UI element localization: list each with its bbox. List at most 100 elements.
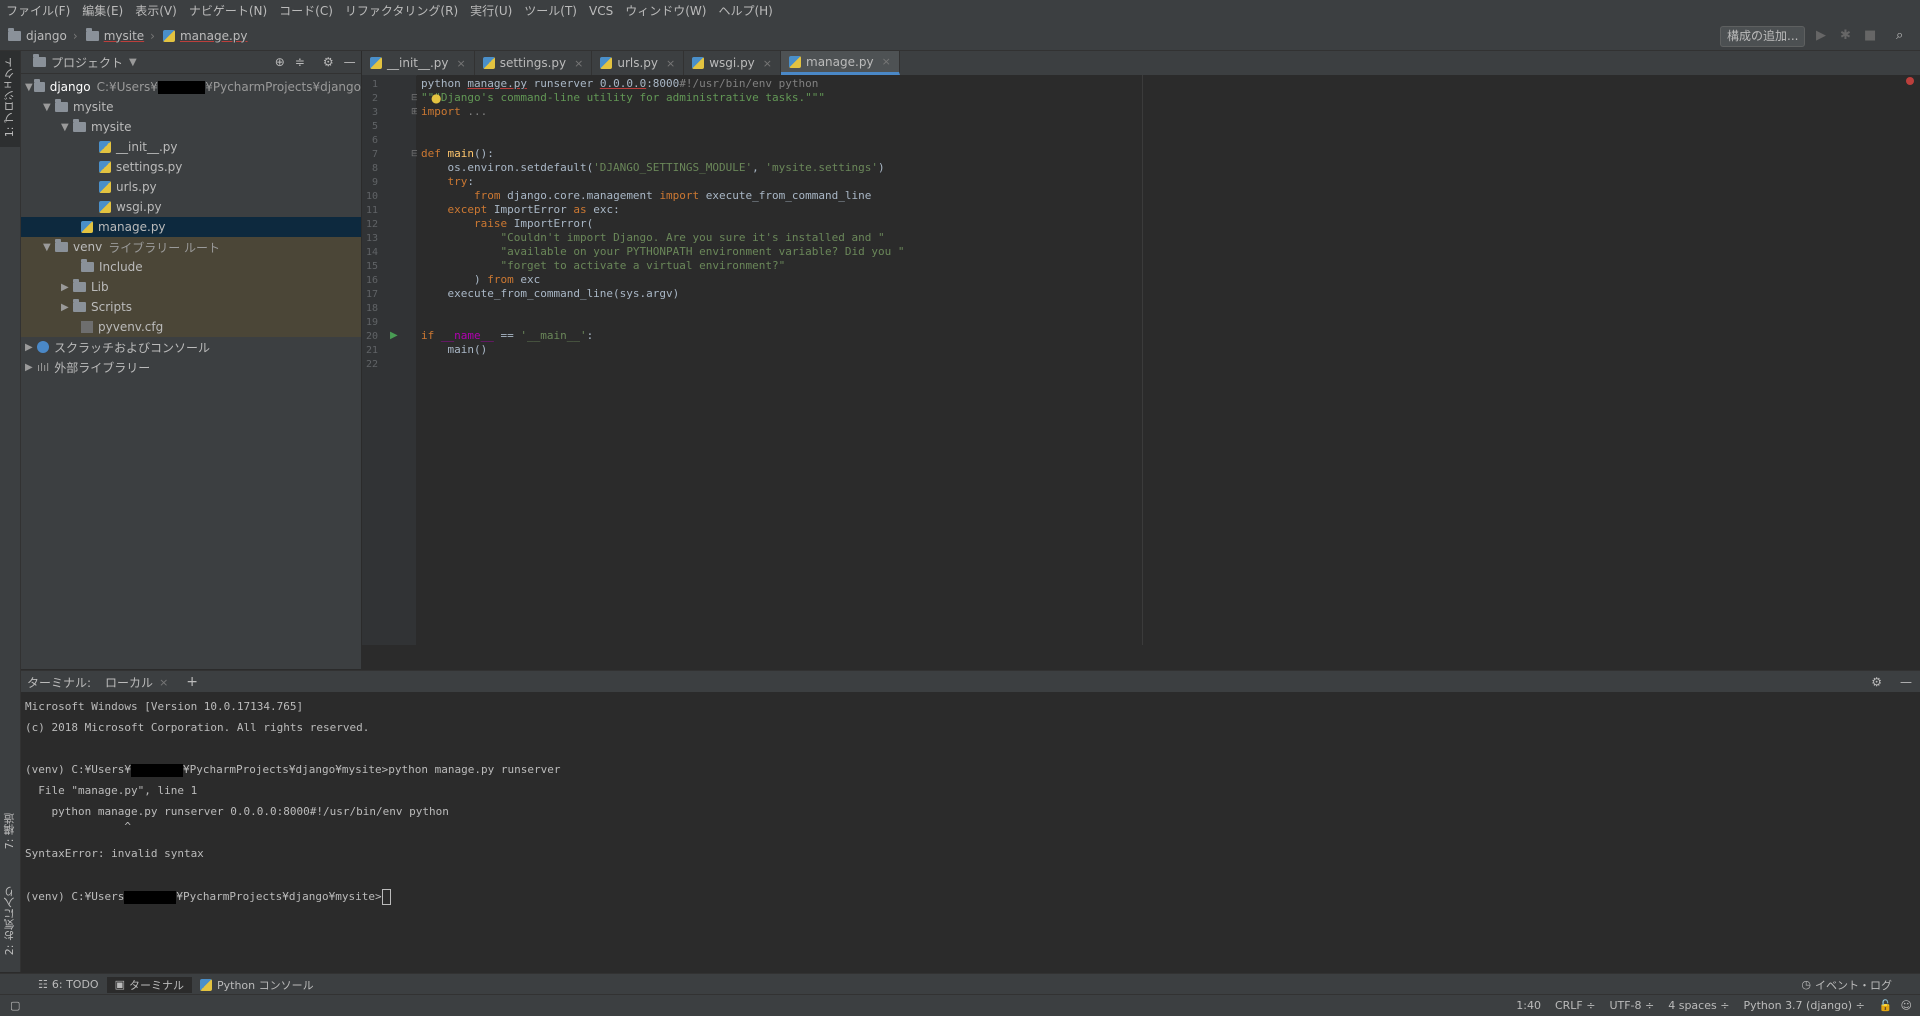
- menu-window[interactable]: ウィンドウ(W): [619, 2, 712, 19]
- breadcrumb-file[interactable]: manage.py: [162, 29, 248, 43]
- python-file-icon: [600, 57, 613, 69]
- tree-item-external-libraries[interactable]: ▶ ılıl 外部ライブラリー: [21, 357, 361, 377]
- terminal-line: python manage.py runserver 0.0.0.0:8000#…: [25, 805, 449, 818]
- run-icon[interactable]: ▶: [1816, 28, 1826, 43]
- tree-item-pyvenv-cfg[interactable]: pyvenv.cfg: [21, 317, 361, 337]
- locate-icon[interactable]: ⊕: [275, 55, 285, 69]
- right-margin-guide: [1142, 75, 1143, 645]
- lock-icon[interactable]: 🔓: [1879, 999, 1893, 1012]
- tree-item-scripts[interactable]: ▶ Scripts: [21, 297, 361, 317]
- terminal-session-tab[interactable]: ローカル: [105, 674, 153, 691]
- tree-item-wsgi-py[interactable]: wsgi.py: [21, 197, 361, 217]
- expanded-arrow-icon[interactable]: ▼: [43, 102, 55, 113]
- close-icon[interactable]: ×: [159, 676, 168, 689]
- run-gutter-icon[interactable]: ▶: [390, 330, 398, 341]
- gear-icon[interactable]: ⚙: [1871, 675, 1882, 689]
- tree-item-urls-py[interactable]: urls.py: [21, 177, 361, 197]
- collapse-all-icon[interactable]: ≑: [295, 55, 305, 69]
- terminal-line: SyntaxError: invalid syntax: [25, 847, 204, 860]
- terminal-output[interactable]: Microsoft Windows [Version 10.0.17134.76…: [21, 692, 1920, 972]
- menu-refactor[interactable]: リファクタリング(R): [339, 2, 464, 19]
- menu-tools[interactable]: ツール(T): [518, 2, 583, 19]
- tree-item-django[interactable]: ▼ django C:¥Users¥ ¥PycharmProjects¥djan…: [21, 77, 361, 97]
- menu-run[interactable]: 実行(U): [464, 2, 518, 19]
- collapsed-arrow-icon[interactable]: ▶: [61, 302, 73, 313]
- breadcrumb-folder[interactable]: mysite ›: [85, 27, 155, 43]
- terminal-tab[interactable]: ▣ ターミナル: [106, 976, 192, 993]
- add-icon[interactable]: +: [186, 674, 198, 690]
- menu-edit[interactable]: 編集(E): [76, 2, 129, 19]
- tree-item-lib[interactable]: ▶ Lib: [21, 277, 361, 297]
- close-icon[interactable]: ×: [457, 57, 466, 70]
- line-number: 6: [371, 135, 378, 146]
- debug-icon[interactable]: ✱: [1840, 28, 1851, 43]
- tab-urls-py[interactable]: urls.py ×: [592, 51, 685, 75]
- project-panel-title[interactable]: プロジェクト: [51, 54, 123, 71]
- indent-setting[interactable]: 4 spaces ÷: [1668, 999, 1729, 1012]
- gear-icon[interactable]: ⚙: [323, 55, 334, 69]
- close-icon[interactable]: ×: [666, 57, 675, 70]
- tree-item-mysite-package[interactable]: ▼ mysite: [21, 117, 361, 137]
- menu-view[interactable]: 表示(V): [129, 2, 183, 19]
- tab-wsgi-py[interactable]: wsgi.py ×: [684, 51, 782, 75]
- breadcrumb-root[interactable]: django ›: [8, 27, 78, 43]
- collapsed-arrow-icon[interactable]: ▶: [61, 282, 73, 293]
- python-console-tab[interactable]: Python コンソール: [192, 977, 322, 993]
- python-interpreter[interactable]: Python 3.7 (django) ÷: [1743, 999, 1864, 1012]
- line-separator[interactable]: CRLF ÷: [1555, 999, 1596, 1012]
- redacted-username: [130, 763, 183, 777]
- tree-item-manage-py[interactable]: manage.py: [21, 217, 361, 237]
- line-number: 12: [365, 219, 378, 230]
- file-encoding[interactable]: UTF-8 ÷: [1609, 999, 1654, 1012]
- collapsed-arrow-icon[interactable]: ▶: [25, 342, 37, 353]
- tab-init-py[interactable]: __init__.py ×: [362, 51, 475, 75]
- code-editor[interactable]: python manage.py runserver 0.0.0.0:8000#…: [417, 75, 1920, 645]
- menu-vcs[interactable]: VCS: [583, 4, 619, 18]
- menu-file[interactable]: ファイル(F): [0, 2, 76, 19]
- python-file-icon: [370, 57, 382, 69]
- tree-item-init-py[interactable]: __init__.py: [21, 137, 361, 157]
- close-icon[interactable]: ×: [574, 57, 583, 70]
- terminal-line: (c) 2018 Microsoft Corporation. All righ…: [25, 721, 370, 734]
- hide-icon[interactable]: —: [344, 55, 356, 69]
- structure-tool-tab[interactable]: 7: 構造: [2, 813, 18, 849]
- expanded-arrow-icon[interactable]: ▼: [43, 242, 55, 253]
- expanded-arrow-icon[interactable]: ▼: [61, 122, 73, 133]
- expanded-arrow-icon[interactable]: ▼: [25, 82, 34, 93]
- python-file-icon: [482, 57, 495, 69]
- tree-item-include[interactable]: Include: [21, 257, 361, 277]
- add-configuration-button[interactable]: 構成の追加...: [1720, 26, 1806, 47]
- tree-item-settings-py[interactable]: settings.py: [21, 157, 361, 177]
- collapsed-arrow-icon[interactable]: ▶: [25, 362, 37, 373]
- python-file-icon: [81, 221, 93, 233]
- project-tool-tab[interactable]: 1: プロジェクト: [2, 57, 18, 137]
- event-log-tab[interactable]: ◷ イベント・ログ: [1793, 977, 1900, 993]
- menu-navigate[interactable]: ナビゲート(N): [183, 2, 273, 19]
- line-number: 2: [371, 93, 378, 104]
- stop-icon[interactable]: ■: [1864, 28, 1876, 43]
- chevron-down-icon[interactable]: ▼: [129, 57, 137, 68]
- close-icon[interactable]: ×: [882, 55, 891, 68]
- folder-icon: [73, 299, 86, 312]
- python-file-icon: [99, 181, 111, 193]
- tool-window-toggle-icon[interactable]: ▢: [10, 999, 20, 1012]
- error-indicator-icon[interactable]: [1906, 77, 1914, 85]
- menu-code[interactable]: コード(C): [273, 2, 339, 19]
- todo-tab[interactable]: ☷ 6: TODO: [30, 978, 107, 991]
- menu-help[interactable]: ヘルプ(H): [712, 2, 778, 19]
- tree-item-mysite-root[interactable]: ▼ mysite: [21, 97, 361, 117]
- tab-manage-py[interactable]: manage.py ×: [781, 51, 900, 75]
- favorites-tool-tab[interactable]: 2: お気に入り: [2, 886, 18, 955]
- close-icon[interactable]: ×: [763, 57, 772, 70]
- tab-settings-py[interactable]: settings.py ×: [475, 51, 593, 75]
- redacted-username: [124, 890, 177, 904]
- hide-icon[interactable]: —: [1900, 675, 1912, 689]
- terminal-title: ターミナル:: [27, 675, 92, 690]
- line-number: 11: [365, 205, 378, 216]
- tree-item-scratches[interactable]: ▶ スクラッチおよびコンソール: [21, 337, 361, 357]
- editor-tab-bar: __init__.py × settings.py × urls.py × ws…: [362, 51, 1920, 76]
- inspection-icon[interactable]: ☺: [1901, 999, 1912, 1012]
- caret-position[interactable]: 1:40: [1516, 999, 1541, 1012]
- tree-item-venv[interactable]: ▼ venv ライブラリー ルート: [21, 237, 361, 257]
- search-icon[interactable]: ⌕: [1896, 28, 1903, 43]
